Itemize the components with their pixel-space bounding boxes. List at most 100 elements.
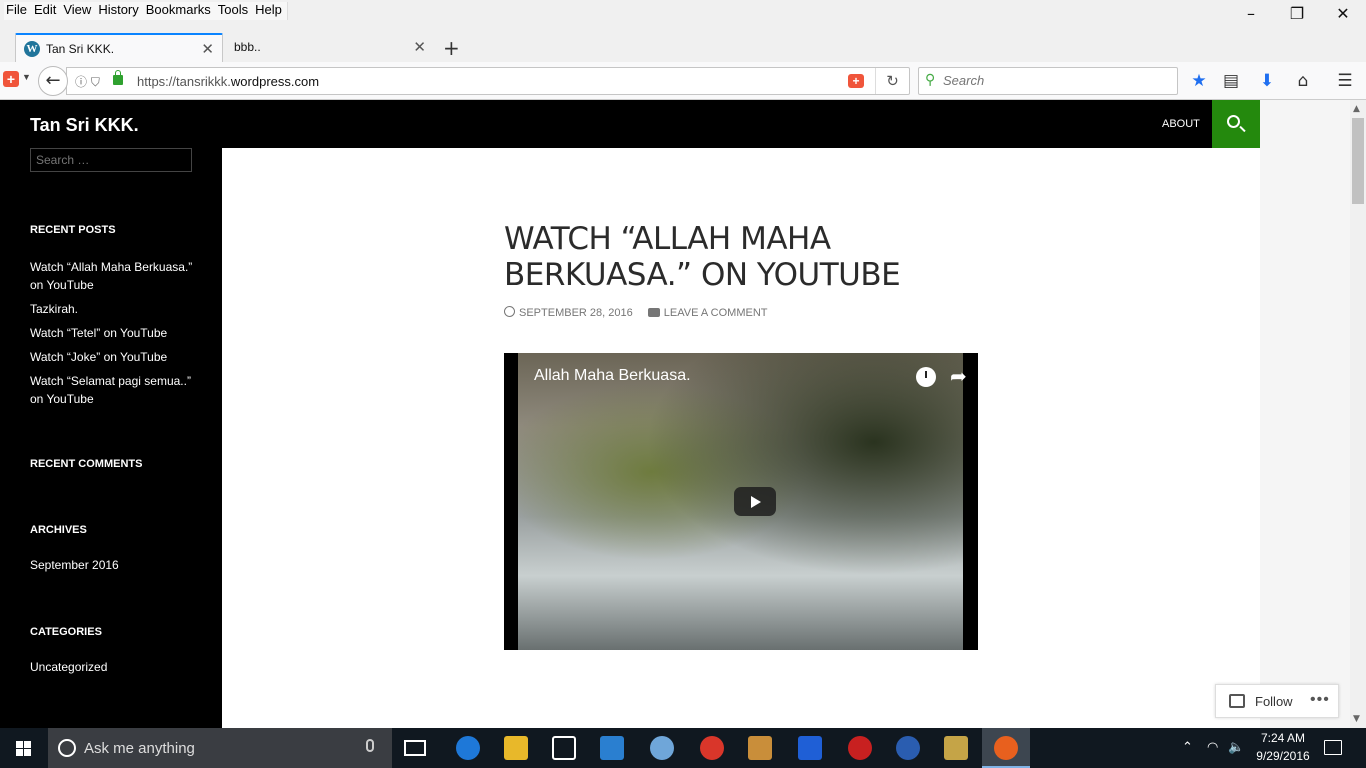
play-button[interactable] bbox=[734, 487, 776, 516]
tab-tan-sri-kkk[interactable]: W Tan Sri KKK. ✕ bbox=[15, 33, 223, 62]
app-icon[interactable] bbox=[748, 736, 772, 760]
url-text[interactable]: https://tansrikkk.wordpress.com bbox=[137, 74, 319, 89]
category-link[interactable]: Uncategorized bbox=[30, 658, 195, 676]
follow-button[interactable]: Follow ••• bbox=[1215, 684, 1339, 718]
site-title[interactable]: Tan Sri KKK. bbox=[30, 115, 139, 136]
recent-post-link[interactable]: Watch “Selamat pagi semua..” on YouTube bbox=[30, 372, 195, 408]
download-icon[interactable]: ⬇ bbox=[1256, 70, 1278, 92]
firefox-taskbar-button[interactable] bbox=[982, 728, 1030, 768]
archives-list: September 2016 bbox=[30, 556, 195, 580]
navigation-toolbar: + ▼ ⓘ ⛉ https://tansrikkk.wordpress.com … bbox=[0, 62, 1366, 100]
video-thumbnail: Allah Maha Berkuasa. ➦ bbox=[518, 353, 967, 650]
youtube-video-embed[interactable]: Allah Maha Berkuasa. ➦ bbox=[504, 353, 978, 650]
page-scrollbar[interactable]: ▲ ▼ bbox=[1350, 100, 1366, 728]
clock-icon bbox=[504, 306, 515, 317]
search-toggle-button[interactable] bbox=[1212, 100, 1260, 148]
recent-comments-title: RECENT COMMENTS bbox=[30, 458, 143, 470]
menu-bar: File Edit View History Bookmarks Tools Help – … bbox=[0, 0, 1366, 23]
bookmark-star-icon[interactable]: ★ bbox=[1188, 70, 1210, 92]
sidebar-search-field[interactable] bbox=[30, 148, 192, 172]
recent-posts-list: Watch “Allah Maha Berkuasa.” on YouTube … bbox=[30, 258, 195, 414]
media-player-icon[interactable] bbox=[600, 736, 624, 760]
close-tab-icon[interactable]: ✕ bbox=[413, 38, 426, 56]
hamburger-menu-icon[interactable]: ☰ bbox=[1334, 70, 1356, 92]
back-button[interactable]: ← bbox=[38, 66, 68, 96]
lock-icon bbox=[113, 70, 123, 85]
search-input[interactable] bbox=[943, 73, 1163, 88]
post-title[interactable]: WATCH “ALLAH MAHA BERKUASA.” ON YOUTUBE bbox=[504, 221, 924, 293]
new-tab-button[interactable]: + bbox=[443, 36, 460, 60]
post-meta: SEPTEMBER 28, 2016 LEAVE A COMMENT bbox=[504, 306, 768, 319]
reload-icon[interactable]: ↻ bbox=[875, 68, 909, 94]
reading-list-icon[interactable]: ▤ bbox=[1220, 70, 1242, 92]
scrollbar-thumb[interactable] bbox=[1352, 118, 1364, 204]
close-tab-icon[interactable]: ✕ bbox=[201, 40, 214, 58]
leave-comment-link[interactable]: LEAVE A COMMENT bbox=[664, 307, 768, 319]
categories-list: Uncategorized bbox=[30, 658, 195, 682]
recent-post-link[interactable]: Watch “Joke” on YouTube bbox=[30, 348, 195, 366]
post-date[interactable]: SEPTEMBER 28, 2016 bbox=[519, 307, 633, 319]
recent-post-link[interactable]: Watch “Allah Maha Berkuasa.” on YouTube bbox=[30, 258, 195, 294]
wifi-icon[interactable]: ◠ bbox=[1207, 740, 1218, 755]
menu-edit[interactable]: Edit bbox=[32, 2, 61, 20]
recent-post-link[interactable]: Tazkirah. bbox=[30, 300, 195, 318]
menu-history[interactable]: History bbox=[96, 2, 143, 20]
page-viewport: Tan Sri KKK. ABOUT RECENT POSTS Watch “A… bbox=[0, 100, 1350, 728]
archive-link[interactable]: September 2016 bbox=[30, 556, 195, 574]
video-title[interactable]: Allah Maha Berkuasa. bbox=[534, 367, 691, 385]
blocked-icon[interactable] bbox=[848, 736, 872, 760]
store-icon[interactable] bbox=[552, 736, 576, 760]
menu-tools[interactable]: Tools bbox=[216, 2, 253, 20]
file-explorer-icon[interactable] bbox=[504, 736, 528, 760]
sidebar: RECENT POSTS Watch “Allah Maha Berkuasa.… bbox=[0, 148, 222, 728]
malwarebytes-icon[interactable] bbox=[798, 736, 822, 760]
tab-strip: W Tan Sri KKK. ✕ bbb.. ✕ + bbox=[0, 20, 1366, 62]
menu-view[interactable]: View bbox=[61, 2, 96, 20]
app-icon[interactable] bbox=[700, 736, 724, 760]
menu-bookmarks[interactable]: Bookmarks bbox=[144, 2, 216, 20]
cortana-search-box[interactable]: Ask me anything bbox=[48, 728, 392, 768]
task-view-icon[interactable] bbox=[404, 740, 426, 756]
follow-label: Follow bbox=[1255, 694, 1293, 709]
site-header: Tan Sri KKK. ABOUT bbox=[0, 100, 1260, 148]
search-bar[interactable]: ⚲ bbox=[918, 67, 1178, 95]
notification-icon[interactable] bbox=[1324, 740, 1342, 755]
sidebar-search-input[interactable] bbox=[36, 153, 186, 167]
menu-file[interactable]: File bbox=[4, 2, 32, 20]
home-icon[interactable]: ⌂ bbox=[1292, 70, 1314, 92]
nav-about-link[interactable]: ABOUT bbox=[1162, 118, 1200, 130]
scroll-up-icon[interactable]: ▲ bbox=[1353, 104, 1360, 114]
clock-time[interactable]: 7:24 AM bbox=[1258, 731, 1308, 745]
archives-title: ARCHIVES bbox=[30, 524, 87, 536]
more-options-icon[interactable]: ••• bbox=[1310, 691, 1330, 709]
watch-later-icon[interactable] bbox=[916, 367, 936, 387]
volume-icon[interactable]: 🔈 bbox=[1228, 740, 1244, 755]
globe-icon[interactable] bbox=[896, 736, 920, 760]
share-icon[interactable]: ➦ bbox=[950, 364, 967, 388]
clock-date[interactable]: 9/29/2016 bbox=[1252, 749, 1314, 763]
edge-icon[interactable] bbox=[456, 736, 480, 760]
app-icon[interactable] bbox=[944, 736, 968, 760]
taskbar: Ask me anything ⌃ ◠ 🔈 7:24 AM 9/29/2016 bbox=[0, 728, 1366, 768]
categories-title: CATEGORIES bbox=[30, 626, 102, 638]
add-on-plus-icon[interactable]: + bbox=[3, 71, 19, 87]
start-button[interactable] bbox=[0, 728, 48, 768]
search-engine-icon[interactable]: ⚲ bbox=[925, 72, 935, 88]
scroll-down-icon[interactable]: ▼ bbox=[1353, 714, 1360, 724]
add-on-plus-icon[interactable]: + bbox=[848, 74, 864, 88]
chevron-up-icon[interactable]: ⌃ bbox=[1182, 740, 1193, 755]
paint-icon[interactable] bbox=[650, 736, 674, 760]
chevron-down-icon[interactable]: ▼ bbox=[22, 72, 31, 82]
cortana-icon bbox=[58, 739, 76, 757]
recent-post-link[interactable]: Watch “Tetel” on YouTube bbox=[30, 324, 195, 342]
follow-icon bbox=[1229, 694, 1245, 708]
site-info-icon[interactable]: ⓘ ⛉ bbox=[75, 73, 100, 90]
firefox-icon bbox=[994, 736, 1018, 760]
tab-bbb[interactable]: bbb.. ✕ bbox=[224, 33, 434, 62]
menu-items: File Edit View History Bookmarks Tools Help bbox=[4, 2, 288, 20]
main-content: WATCH “ALLAH MAHA BERKUASA.” ON YOUTUBE … bbox=[222, 148, 1260, 728]
url-bar[interactable]: ⓘ ⛉ https://tansrikkk.wordpress.com + ↻ bbox=[66, 67, 910, 95]
microphone-icon[interactable] bbox=[366, 739, 374, 752]
search-icon bbox=[1227, 115, 1240, 128]
menu-help[interactable]: Help bbox=[253, 2, 287, 20]
